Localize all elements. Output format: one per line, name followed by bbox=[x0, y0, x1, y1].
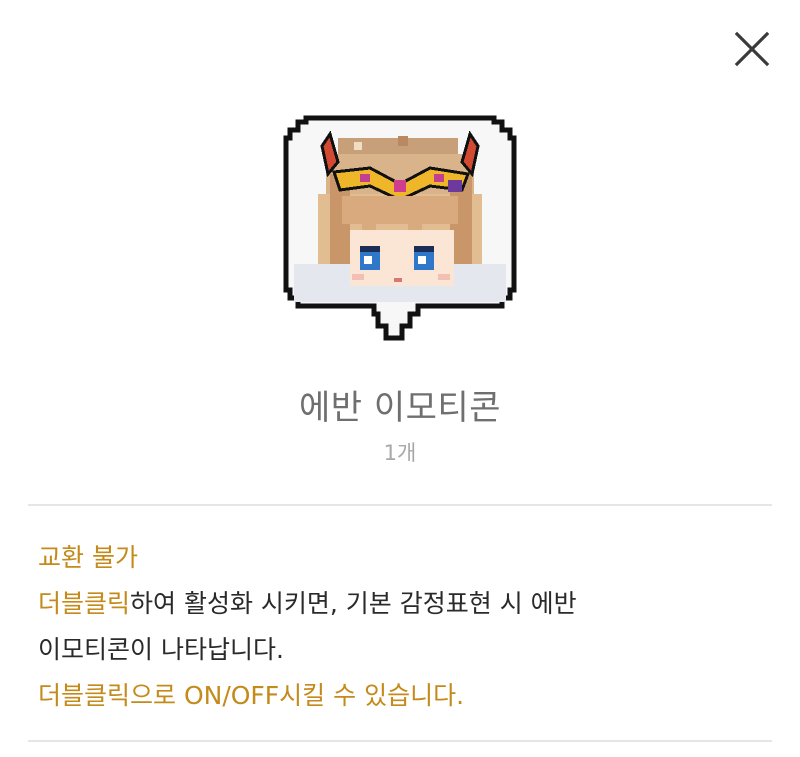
description-line-1-text: 하여 활성화 시키면, 기본 감정표현 시 에반 bbox=[130, 589, 577, 618]
evan-emoticon-icon bbox=[283, 115, 517, 341]
close-icon bbox=[734, 31, 770, 67]
close-button[interactable] bbox=[733, 30, 771, 68]
description-line-2: 이모티콘이 나타납니다. bbox=[38, 635, 284, 664]
description-line-3: 더블클릭으로 ON/OFF시킬 수 있습니다. bbox=[38, 681, 465, 710]
evan-emoticon-image bbox=[278, 114, 522, 344]
double-click-highlight: 더블클릭 bbox=[38, 589, 131, 618]
item-count: 1개 bbox=[383, 441, 417, 465]
item-description: 교환 불가 더블클릭하여 활성화 시키면, 기본 감정표현 시 에반 이모티콘이… bbox=[38, 535, 768, 719]
item-name: 에반 이모티콘 bbox=[299, 388, 501, 428]
trade-status-label: 교환 불가 bbox=[38, 543, 138, 572]
divider-top bbox=[28, 504, 772, 506]
divider-bottom bbox=[28, 740, 772, 742]
description-line-1: 더블클릭하여 활성화 시키면, 기본 감정표현 시 에반 bbox=[38, 581, 768, 627]
